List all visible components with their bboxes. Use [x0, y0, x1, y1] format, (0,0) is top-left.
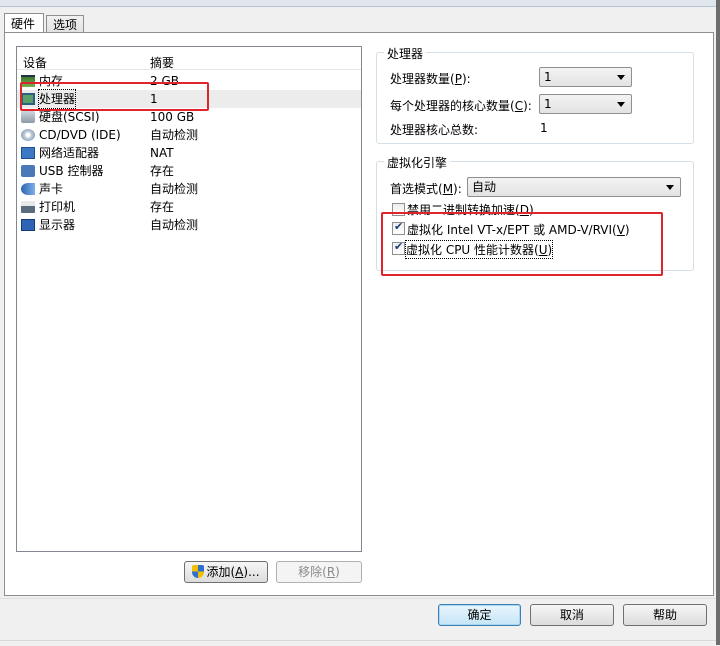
tab-hardware-label: 硬件	[11, 17, 36, 31]
hard-disk-icon	[21, 111, 35, 123]
chevron-down-icon	[666, 185, 674, 190]
uac-shield-icon	[192, 565, 205, 578]
device-name: 网络适配器	[39, 146, 100, 160]
device-row-sound-card[interactable]: 声卡 自动检测	[17, 180, 361, 198]
add-label-pre: 添加(	[206, 565, 236, 579]
cancel-label: 取消	[559, 608, 584, 622]
preferred-mode-select[interactable]: 自动	[467, 177, 681, 197]
total-cores-value: 1	[540, 121, 548, 135]
processor-count-label-pre: 处理器数量(	[390, 72, 455, 86]
ok-button[interactable]: 确定	[438, 604, 521, 626]
processor-count-label: 处理器数量(P):	[390, 70, 471, 87]
device-row-printer[interactable]: 打印机 存在	[17, 198, 361, 216]
chevron-down-icon	[617, 75, 625, 80]
device-name: 显示器	[39, 218, 76, 232]
annotation-highlight-virtualization	[381, 212, 663, 276]
sound-card-icon	[21, 183, 35, 195]
device-summary: 自动检测	[150, 182, 199, 196]
cores-label-key: C	[514, 99, 524, 113]
total-cores-label: 处理器核心总数:	[390, 123, 479, 137]
device-summary: 自动检测	[150, 128, 199, 142]
preferred-mode-value: 自动	[472, 180, 497, 194]
ok-label: 确定	[467, 608, 492, 622]
column-header-summary[interactable]: 摘要	[150, 54, 174, 71]
device-name: USB 控制器	[39, 164, 104, 178]
virtualization-engine-title: 虚拟化引擎	[384, 154, 451, 171]
device-list-header: 设备 摘要	[17, 47, 361, 70]
remove-label-key: R	[326, 565, 336, 579]
printer-icon	[21, 201, 35, 213]
cores-label-pre: 每个处理器的核心数量(	[390, 99, 515, 113]
device-summary: 存在	[150, 200, 175, 214]
display-icon	[21, 219, 35, 231]
network-adapter-icon	[21, 147, 35, 159]
remove-label-post: )	[335, 565, 340, 579]
annotation-highlight-processor	[20, 82, 209, 111]
device-name: CD/DVD (IDE)	[39, 128, 121, 142]
help-button[interactable]: 帮助	[623, 604, 707, 626]
window-bottom-edge	[0, 640, 716, 646]
tab-hardware[interactable]: 硬件	[4, 13, 44, 33]
add-hardware-button[interactable]: 添加(A)...	[184, 561, 268, 583]
tab-options[interactable]: 选项	[46, 15, 84, 33]
remove-label-pre: 移除(	[298, 565, 327, 579]
cancel-button[interactable]: 取消	[530, 604, 614, 626]
add-label-post: )...	[243, 565, 260, 579]
device-row-network-adapter[interactable]: 网络适配器 NAT	[17, 144, 361, 162]
mode-label-key: M	[442, 182, 454, 196]
cores-per-processor-label: 每个处理器的核心数量(C):	[390, 97, 532, 114]
device-summary: 自动检测	[150, 218, 199, 232]
dialog-separator	[0, 598, 716, 599]
cores-label-post: ):	[523, 99, 532, 113]
device-summary: NAT	[150, 146, 174, 160]
device-list[interactable]: 设备 摘要 内存 2 GB 处理器 1 硬盘(SCSI) 100 GB CD/D…	[16, 46, 362, 552]
processor-count-value: 1	[544, 70, 552, 84]
device-name: 打印机	[39, 200, 76, 214]
device-name: 声卡	[39, 182, 64, 196]
cores-value: 1	[544, 97, 552, 111]
cd-dvd-icon	[21, 129, 35, 141]
preferred-mode-label: 首选模式(M):	[390, 180, 462, 197]
chevron-down-icon	[617, 102, 625, 107]
cores-per-processor-select[interactable]: 1	[539, 94, 632, 114]
mode-label-pre: 首选模式(	[390, 182, 443, 196]
window-right-edge	[716, 0, 720, 645]
processor-group-title: 处理器	[384, 45, 427, 62]
processor-count-label-post: ):	[461, 72, 471, 86]
mode-label-post: ):	[453, 182, 462, 196]
device-row-cd-dvd[interactable]: CD/DVD (IDE) 自动检测	[17, 126, 361, 144]
help-label: 帮助	[652, 608, 677, 622]
device-row-usb-controller[interactable]: USB 控制器 存在	[17, 162, 361, 180]
remove-hardware-button[interactable]: 移除(R)	[276, 561, 362, 583]
usb-controller-icon	[21, 165, 35, 177]
processor-count-select[interactable]: 1	[539, 67, 632, 87]
device-summary: 存在	[150, 164, 175, 178]
device-row-display[interactable]: 显示器 自动检测	[17, 216, 361, 234]
processor-count-label-key: P	[454, 72, 462, 86]
column-header-device[interactable]: 设备	[23, 54, 47, 71]
tab-options-label: 选项	[53, 18, 78, 32]
window-top-edge	[0, 0, 720, 7]
